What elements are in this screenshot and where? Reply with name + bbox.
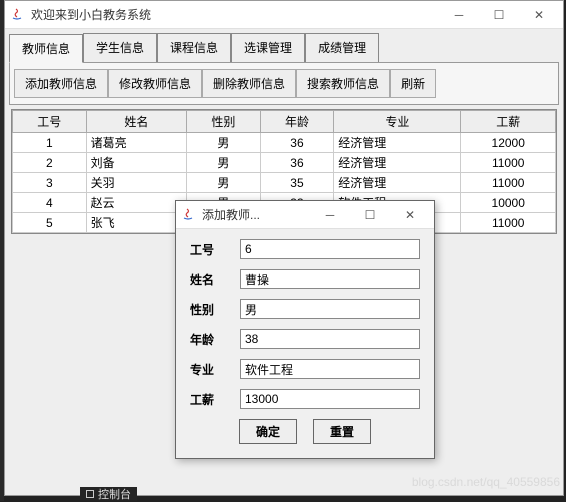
table-cell: 男 [187, 173, 261, 193]
input-id[interactable] [240, 239, 420, 259]
main-tabs: 教师信息学生信息课程信息选课管理成绩管理 [9, 33, 559, 63]
window-controls: ─ ☐ ✕ [439, 2, 559, 28]
main-window-title: 欢迎来到小白教务系统 [31, 6, 439, 23]
table-cell: 10000 [461, 193, 556, 213]
table-cell: 经济管理 [334, 133, 461, 153]
tab-0[interactable]: 教师信息 [9, 34, 83, 63]
tab-3[interactable]: 选课管理 [231, 33, 305, 62]
reset-button[interactable]: 重置 [313, 419, 371, 444]
teacher-toolbar: 添加教师信息 修改教师信息 删除教师信息 搜索教师信息 刷新 [9, 63, 559, 105]
table-cell: 12000 [461, 133, 556, 153]
taskbar-item[interactable]: 控制台 [80, 487, 137, 501]
label-salary: 工薪 [190, 391, 240, 408]
label-age: 年龄 [190, 331, 240, 348]
table-header[interactable]: 工薪 [461, 111, 556, 133]
table-cell: 11000 [461, 153, 556, 173]
table-cell: 男 [187, 153, 261, 173]
table-header[interactable]: 工号 [13, 111, 87, 133]
ok-button[interactable]: 确定 [239, 419, 297, 444]
table-cell: 36 [260, 133, 334, 153]
input-age[interactable] [240, 329, 420, 349]
table-cell: 关羽 [86, 173, 186, 193]
close-button[interactable]: ✕ [519, 2, 559, 28]
input-salary[interactable] [240, 389, 420, 409]
java-icon [9, 7, 25, 23]
table-cell: 3 [13, 173, 87, 193]
label-name: 姓名 [190, 271, 240, 288]
table-cell: 诸葛亮 [86, 133, 186, 153]
dialog-minimize-button[interactable]: ─ [310, 202, 350, 228]
table-cell: 张飞 [86, 213, 186, 233]
dialog-buttons: 确定 重置 [190, 419, 420, 444]
dialog-window-controls: ─ ☐ ✕ [310, 202, 430, 228]
table-row[interactable]: 2刘备男36经济管理11000 [13, 153, 556, 173]
edit-teacher-button[interactable]: 修改教师信息 [108, 69, 202, 98]
input-name[interactable] [240, 269, 420, 289]
table-header[interactable]: 专业 [334, 111, 461, 133]
table-header-row: 工号姓名性别年龄专业工薪 [13, 111, 556, 133]
table-cell: 刘备 [86, 153, 186, 173]
table-row[interactable]: 3关羽男35经济管理11000 [13, 173, 556, 193]
table-cell: 4 [13, 193, 87, 213]
taskbar-label: 控制台 [98, 486, 131, 502]
tab-4[interactable]: 成绩管理 [305, 33, 379, 62]
label-id: 工号 [190, 241, 240, 258]
maximize-button[interactable]: ☐ [479, 2, 519, 28]
search-teacher-button[interactable]: 搜索教师信息 [296, 69, 390, 98]
table-cell: 1 [13, 133, 87, 153]
table-cell: 35 [260, 173, 334, 193]
tab-1[interactable]: 学生信息 [83, 33, 157, 62]
table-cell: 2 [13, 153, 87, 173]
label-major: 专业 [190, 361, 240, 378]
main-titlebar: 欢迎来到小白教务系统 ─ ☐ ✕ [5, 1, 563, 29]
java-icon [180, 207, 196, 223]
add-teacher-dialog: 添加教师... ─ ☐ ✕ 工号 姓名 性别 年龄 专业 工薪 确定 重置 [175, 200, 435, 459]
table-cell: 5 [13, 213, 87, 233]
table-header[interactable]: 姓名 [86, 111, 186, 133]
table-cell: 11000 [461, 173, 556, 193]
table-cell: 经济管理 [334, 173, 461, 193]
table-cell: 36 [260, 153, 334, 173]
dialog-titlebar: 添加教师... ─ ☐ ✕ [176, 201, 434, 229]
minimize-button[interactable]: ─ [439, 2, 479, 28]
table-cell: 经济管理 [334, 153, 461, 173]
tab-2[interactable]: 课程信息 [157, 33, 231, 62]
table-row[interactable]: 1诸葛亮男36经济管理12000 [13, 133, 556, 153]
dialog-body: 工号 姓名 性别 年龄 专业 工薪 确定 重置 [176, 229, 434, 458]
table-cell: 赵云 [86, 193, 186, 213]
refresh-button[interactable]: 刷新 [390, 69, 436, 98]
dialog-close-button[interactable]: ✕ [390, 202, 430, 228]
table-cell: 男 [187, 133, 261, 153]
add-teacher-button[interactable]: 添加教师信息 [14, 69, 108, 98]
delete-teacher-button[interactable]: 删除教师信息 [202, 69, 296, 98]
dialog-maximize-button[interactable]: ☐ [350, 202, 390, 228]
input-major[interactable] [240, 359, 420, 379]
input-gender[interactable] [240, 299, 420, 319]
table-cell: 11000 [461, 213, 556, 233]
table-header[interactable]: 性别 [187, 111, 261, 133]
label-gender: 性别 [190, 301, 240, 318]
dialog-title: 添加教师... [202, 206, 310, 223]
table-header[interactable]: 年龄 [260, 111, 334, 133]
